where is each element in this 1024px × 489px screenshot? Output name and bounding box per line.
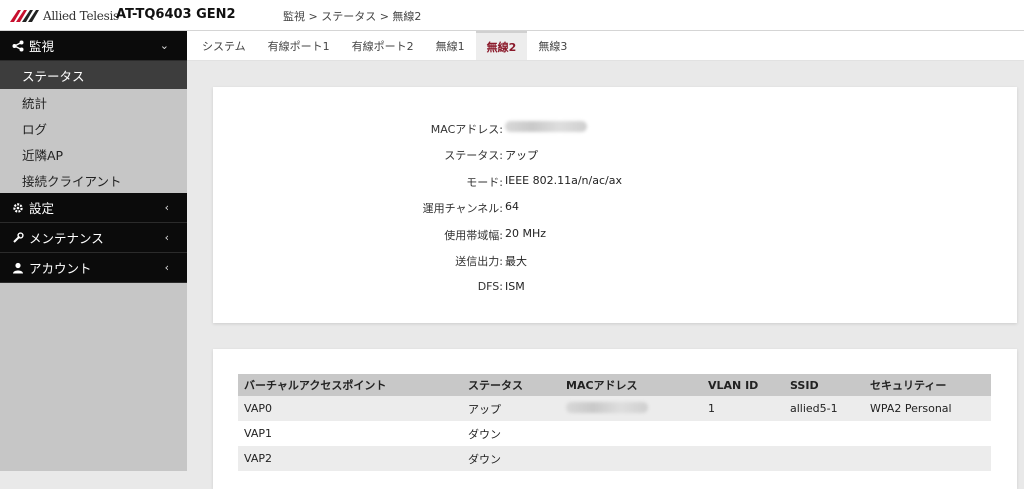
- field-value: 最大: [505, 255, 527, 268]
- redacted-mac: [566, 401, 648, 413]
- logo-mark-icon: [10, 10, 39, 22]
- vap-panel: バーチャルアクセスポイント ステータス MACアドレス VLAN ID SSID…: [213, 349, 1017, 489]
- device-model: AT-TQ6403 GEN2: [116, 7, 236, 22]
- table-cell: [784, 421, 864, 446]
- field-label: 送信出力:: [455, 255, 503, 268]
- top-header: Allied Telesis AT-TQ6403 GEN2 監視 > ステータス…: [0, 0, 1024, 31]
- table-cell: [784, 446, 864, 471]
- table-cell: allied5-1: [784, 396, 864, 421]
- field-label: MACアドレス:: [430, 123, 503, 136]
- tab-radio-3[interactable]: 無線3: [527, 31, 578, 60]
- sidebar-group-settings[interactable]: 設定 ‹: [0, 193, 187, 223]
- sidebar: 監視 ⌄ ステータス 統計 ログ 近隣AP 接続クライアント 設定 ‹ メンテナ…: [0, 31, 187, 471]
- column-header: SSID: [784, 374, 864, 396]
- sidebar-item-status[interactable]: ステータス: [0, 61, 187, 89]
- field-value: IEEE 802.11a/n/ac/ax: [505, 174, 622, 187]
- sidebar-item-statistics[interactable]: 統計: [0, 89, 187, 115]
- redacted-mac: [505, 121, 587, 132]
- tab-radio-1[interactable]: 無線1: [425, 31, 476, 60]
- status-row-status: ステータス: アップ: [213, 147, 1017, 167]
- sidebar-item-log[interactable]: ログ: [0, 115, 187, 141]
- table-cell: [702, 421, 784, 446]
- status-row-dfs: DFS: ISM: [213, 280, 1017, 300]
- field-label: DFS:: [477, 280, 503, 293]
- table-cell: [560, 446, 702, 471]
- table-row: VAP2 ダウン: [238, 446, 991, 471]
- sidebar-group-monitor[interactable]: 監視 ⌄: [0, 31, 187, 61]
- share-icon: [10, 38, 26, 54]
- status-row-mode: モード: IEEE 802.11a/n/ac/ax: [213, 174, 1017, 194]
- allied-telesis-logo[interactable]: Allied Telesis: [10, 8, 119, 24]
- column-header: ステータス: [462, 374, 560, 396]
- field-label: 運用チャンネル:: [422, 202, 503, 215]
- sidebar-item-clients[interactable]: 接続クライアント: [0, 167, 187, 193]
- column-header: バーチャルアクセスポイント: [238, 374, 462, 396]
- chevron-left-icon: ‹: [164, 201, 169, 214]
- sidebar-group-maintenance[interactable]: メンテナンス ‹: [0, 223, 187, 253]
- field-label: モード:: [466, 176, 503, 189]
- column-header: VLAN ID: [702, 374, 784, 396]
- table-cell: ダウン: [462, 421, 560, 446]
- sidebar-group-label: メンテナンス: [29, 231, 104, 246]
- user-icon: [10, 260, 26, 276]
- column-header: MACアドレス: [560, 374, 702, 396]
- mac-address-value: [505, 121, 587, 135]
- chevron-left-icon: ‹: [164, 261, 169, 274]
- tab-radio-2[interactable]: 無線2: [475, 31, 528, 60]
- chevron-down-icon: ⌄: [159, 39, 169, 52]
- field-value: ISM: [505, 280, 525, 293]
- table-header-row: バーチャルアクセスポイント ステータス MACアドレス VLAN ID SSID…: [238, 374, 991, 396]
- field-value: アップ: [505, 149, 538, 162]
- field-label: ステータス:: [444, 149, 503, 162]
- status-row-bandwidth: 使用帯域幅: 20 MHz: [213, 227, 1017, 247]
- column-header: セキュリティー: [864, 374, 991, 396]
- table-cell: [560, 421, 702, 446]
- chevron-left-icon: ‹: [164, 231, 169, 244]
- radio-status-panel: MACアドレス: ステータス: アップ モード: IEEE 802.11a/n/…: [213, 87, 1017, 323]
- tab-wired-port-1[interactable]: 有線ポート1: [257, 31, 341, 60]
- table-row: VAP1 ダウン: [238, 421, 991, 446]
- field-value: 20 MHz: [505, 227, 547, 240]
- breadcrumb: 監視 > ステータス > 無線2: [283, 10, 422, 23]
- sidebar-group-label: アカウント: [29, 261, 92, 276]
- sidebar-item-neighbor-ap[interactable]: 近隣AP: [0, 141, 187, 167]
- table-cell: 1: [702, 396, 784, 421]
- table-cell: [560, 396, 702, 421]
- field-value: 64: [505, 200, 519, 213]
- table-cell: [864, 446, 991, 471]
- table-cell: [864, 421, 991, 446]
- table-cell: [702, 446, 784, 471]
- table-cell: VAP2: [238, 446, 462, 471]
- table-cell: アップ: [462, 396, 560, 421]
- tab-system[interactable]: システム: [191, 31, 257, 60]
- sidebar-group-account[interactable]: アカウント ‹: [0, 253, 187, 283]
- wrench-icon: [10, 230, 26, 246]
- tab-wired-port-2[interactable]: 有線ポート2: [341, 31, 425, 60]
- table-row: VAP0 アップ 1 allied5-1 WPA2 Personal: [238, 396, 991, 421]
- status-row-tx-power: 送信出力: 最大: [213, 253, 1017, 273]
- logo-text: Allied Telesis: [43, 9, 119, 23]
- gear-icon: [10, 200, 26, 216]
- vap-table: バーチャルアクセスポイント ステータス MACアドレス VLAN ID SSID…: [238, 374, 991, 471]
- status-row-channel: 運用チャンネル: 64: [213, 200, 1017, 220]
- status-row-mac: MACアドレス:: [213, 121, 1017, 141]
- sidebar-group-label: 監視: [29, 39, 55, 54]
- sidebar-group-label: 設定: [29, 201, 55, 216]
- table-cell: WPA2 Personal: [864, 396, 991, 421]
- radio-tabs: システム 有線ポート1 有線ポート2 無線1 無線2 無線3: [187, 31, 1024, 61]
- table-cell: VAP1: [238, 421, 462, 446]
- table-cell: VAP0: [238, 396, 462, 421]
- field-label: 使用帯域幅:: [444, 229, 503, 242]
- table-cell: ダウン: [462, 446, 560, 471]
